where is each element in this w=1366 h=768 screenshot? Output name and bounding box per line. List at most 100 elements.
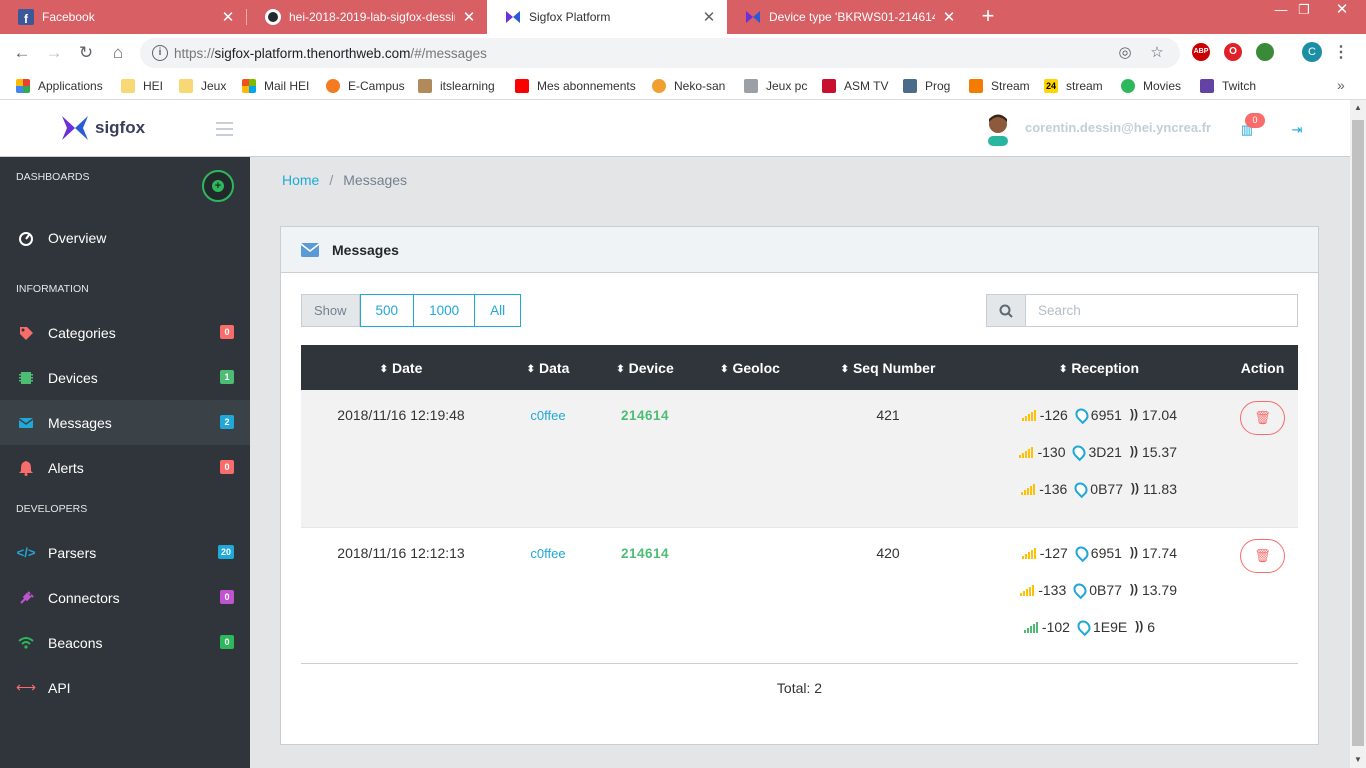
scrollbar-thumb[interactable] [1352,120,1364,746]
user-email[interactable]: corentin.dessin@hei.yncrea.fr [1025,120,1211,135]
scroll-up-arrow-icon[interactable]: ▲ [1350,100,1366,116]
bookmarks-overflow-icon[interactable]: » [1337,77,1345,93]
delete-message-button[interactable]: 🗑 [1240,538,1285,573]
bookmark-item[interactable]: itslearning [418,77,495,95]
bookmark-folder[interactable]: HEI [121,77,163,95]
bookmark-star-icon[interactable]: ☆ [1149,45,1165,61]
adblock-icon[interactable]: ABP [1192,43,1210,61]
sidebar-item-categories[interactable]: Categories 0 [0,310,250,355]
column-header-geoloc[interactable]: ⬍ Geoloc [695,345,805,390]
station-id-link[interactable]: 0B77 [1090,481,1123,497]
home-icon[interactable]: ⌂ [107,42,129,64]
maximize-button[interactable]: ❐ [1288,0,1320,20]
chip-icon [18,370,34,386]
messages-card: Messages Show 500 1000 All ⬍Date ⬍Data ⬍… [280,226,1319,745]
browser-tab[interactable]: Device type 'BKRWS01-214614' - ✕ [727,0,967,34]
breadcrumb: Home / Messages [282,172,407,188]
cell-device-link[interactable]: 214614 [621,408,669,423]
column-header-label: Device [628,359,674,376]
search-input[interactable] [1026,294,1298,327]
user-avatar[interactable] [983,112,1013,146]
cell-data-link[interactable]: c0ffee [530,546,565,561]
column-header-reception[interactable]: ⬍ Reception [971,345,1227,390]
itslearning-icon [418,79,432,93]
close-tab-icon[interactable]: ✕ [461,8,477,26]
bookmark-item[interactable]: Twitch [1200,77,1256,95]
bookmark-item[interactable]: Jeux pc [744,77,807,95]
add-dashboard-button[interactable]: + [202,170,234,202]
bookmark-item[interactable]: Mes abonnements [515,77,636,95]
breadcrumb-home-link[interactable]: Home [282,172,319,188]
show-1000-button[interactable]: 1000 [414,294,476,327]
station-id-link[interactable]: 6951 [1091,545,1122,561]
forward-arrow-icon[interactable]: → [43,42,65,64]
wifi-icon [18,635,34,651]
bookmark-applications[interactable]: Applications [16,77,103,95]
browser-toolbar: ← → ↻ ⌂ i https://sigfox-platform.thenor… [0,34,1366,72]
cell-data-link[interactable]: c0ffee [530,408,565,423]
sidebar-item-connectors[interactable]: Connectors 0 [0,575,250,620]
envelope-icon [18,415,34,431]
browser-menu-icon[interactable]: ⋮ [1333,42,1349,64]
sidebar-item-messages[interactable]: Messages 2 [0,400,250,445]
sidebar-item-overview[interactable]: Overview [0,215,250,260]
reload-icon[interactable]: ↻ [75,42,97,64]
opera-icon[interactable]: O [1224,43,1242,61]
bookmark-item[interactable]: Prog [903,77,950,95]
cell-seq-number: 421 [805,390,971,528]
close-tab-icon[interactable]: ✕ [941,8,957,26]
base-station-icon [1072,543,1091,562]
back-arrow-icon[interactable]: ← [11,42,33,64]
column-header-data[interactable]: ⬍ Data [501,345,595,390]
sigfox-logo[interactable]: sigfox [60,114,145,142]
sidebar-item-parsers[interactable]: </> Parsers 20 [0,530,250,575]
globe-extension-icon[interactable] [1256,43,1274,61]
close-window-button[interactable]: ✕ [1326,0,1358,20]
browser-tab[interactable]: f Facebook ✕ [0,0,246,34]
sidebar-item-alerts[interactable]: Alerts 0 [0,445,250,490]
profile-avatar[interactable]: C [1302,42,1322,62]
address-bar[interactable]: i https://sigfox-platform.thenorthweb.co… [140,38,1180,68]
station-id-link[interactable]: 0B77 [1089,582,1122,598]
sidebar-item-devices[interactable]: Devices 1 [0,355,250,400]
bookmark-item[interactable]: Movies [1121,77,1181,95]
scroll-down-arrow-icon[interactable]: ▼ [1350,752,1366,768]
snr-value: 6 [1147,618,1155,635]
browser-tab[interactable]: hei-2018-2019-lab-sigfox-dessin- ✕ [247,0,487,34]
station-id-link[interactable]: 3D21 [1088,444,1121,460]
url-text[interactable]: https://sigfox-platform.thenorthweb.com/… [174,46,487,61]
logout-icon[interactable]: ⇥ [1290,122,1304,138]
close-tab-icon[interactable]: ✕ [701,8,717,26]
browser-tab-active[interactable]: Sigfox Platform ✕ [487,0,727,34]
location-icon[interactable]: ◎ [1117,45,1133,61]
cell-device-link[interactable]: 214614 [621,546,669,561]
page-scrollbar[interactable]: ▲ ▼ [1350,100,1366,768]
new-tab-button[interactable]: + [978,5,998,29]
search-icon [986,294,1026,327]
bookmark-item[interactable]: ASM TV [822,77,888,95]
show-500-button[interactable]: 500 [359,294,415,327]
hamburger-menu-icon[interactable] [216,122,233,136]
bookmark-folder[interactable]: Jeux [179,77,226,95]
reception-entry: -126 6951 )) 17.04 [1021,405,1177,444]
sidebar-section-title: INFORMATION [16,283,89,295]
site-info-icon[interactable]: i [152,45,168,61]
column-header-device[interactable]: ⬍ Device [595,345,695,390]
station-id-link[interactable]: 1E9E [1093,619,1127,635]
rssi-value: -133 [1038,581,1067,598]
bookmark-item[interactable]: Neko-san [652,77,725,95]
sidebar-item-api[interactable]: ⟷ API [0,665,250,710]
close-tab-icon[interactable]: ✕ [220,8,236,26]
show-all-button[interactable]: All [475,294,522,327]
sidebar-item-beacons[interactable]: Beacons 0 [0,620,250,665]
bookmark-item[interactable]: Stream [969,77,1030,95]
column-header-seq-number[interactable]: ⬍ Seq Number [805,345,971,390]
sort-icon: ⬍ [720,363,729,375]
bookmark-item[interactable]: 24 stream [1044,77,1103,95]
column-header-date[interactable]: ⬍ Date [301,345,501,390]
station-id-link[interactable]: 6951 [1091,407,1122,423]
bookmark-item[interactable]: Mail HEI [242,77,309,95]
bookmark-item[interactable]: E-Campus [326,77,405,95]
delete-message-button[interactable]: 🗑 [1240,401,1285,435]
bookmark-label: Prog [925,79,951,93]
